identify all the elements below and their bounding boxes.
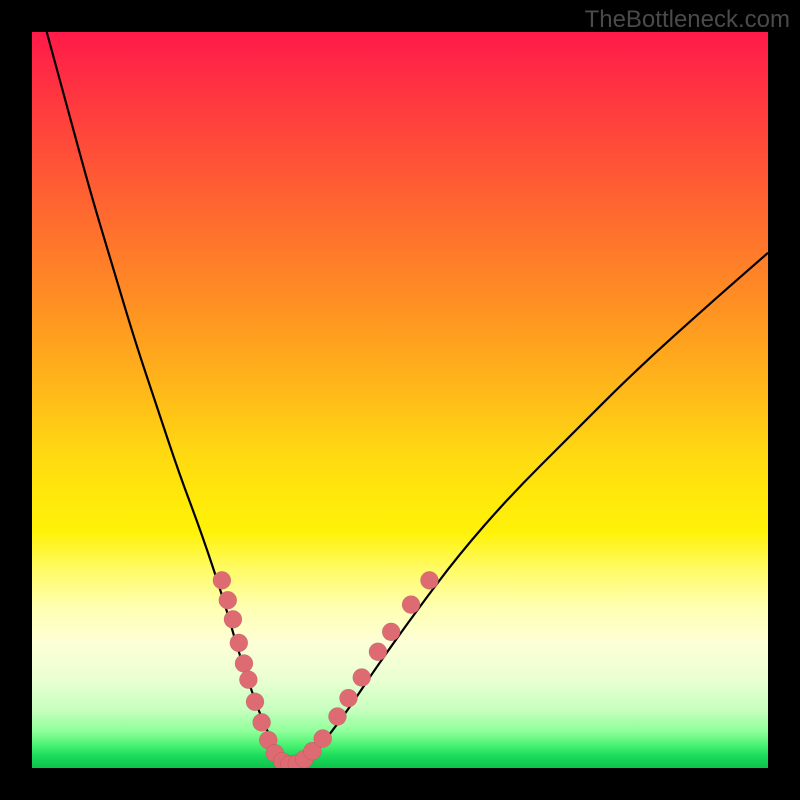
curve-group (47, 32, 768, 763)
data-marker (402, 596, 420, 614)
data-marker (420, 571, 438, 589)
data-marker (239, 671, 257, 689)
data-marker (353, 668, 371, 686)
data-marker (224, 610, 242, 628)
data-marker (328, 707, 346, 725)
watermark-text: TheBottleneck.com (585, 6, 790, 34)
data-marker (230, 634, 248, 652)
markers-group (213, 571, 439, 768)
chart-svg (32, 32, 768, 768)
data-marker (314, 730, 332, 748)
data-marker (246, 693, 264, 711)
data-marker (213, 571, 231, 589)
chart-frame: TheBottleneck.com (0, 0, 800, 800)
data-marker (219, 591, 237, 609)
data-marker (382, 623, 400, 641)
data-marker (369, 643, 387, 661)
data-marker (235, 654, 253, 672)
bottleneck-curve (47, 32, 768, 763)
plot-area (32, 32, 768, 768)
data-marker (339, 689, 357, 707)
data-marker (253, 713, 271, 731)
